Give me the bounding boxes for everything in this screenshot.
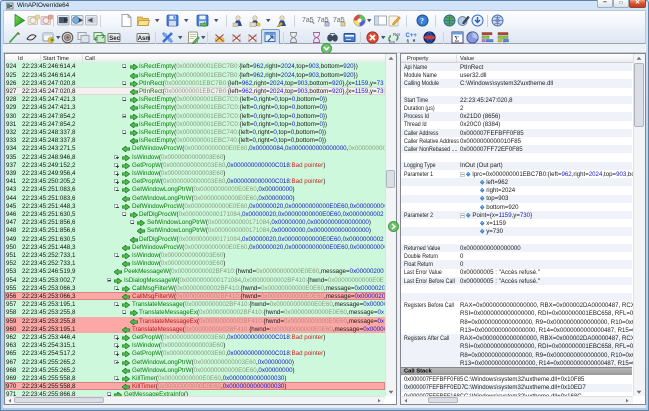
svg-text:Res: Res [393, 32, 400, 37]
svg-text:7a5: 7a5 [302, 17, 314, 24]
svg-text:?: ? [420, 17, 424, 26]
svg-text:Asm: Asm [138, 36, 150, 42]
svg-text:Σ: Σ [455, 35, 460, 44]
svg-text:Sec: Sec [109, 36, 120, 42]
